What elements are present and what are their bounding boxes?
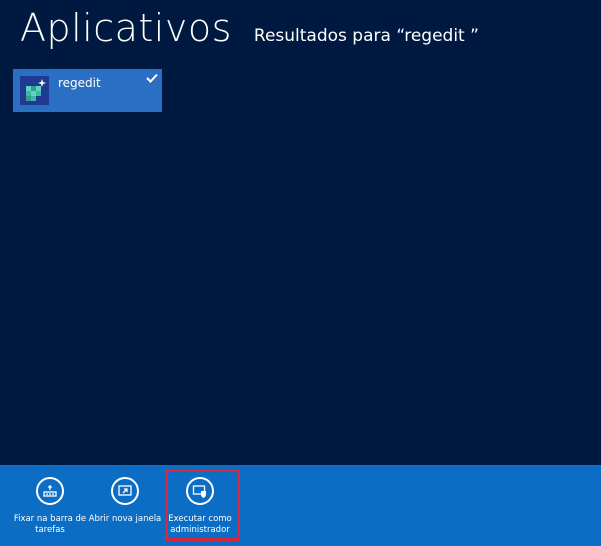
pin-taskbar-icon [36,477,64,505]
page-title: Aplicativos [20,6,232,50]
run-as-administrator-button[interactable]: Executar como administrador [163,465,237,546]
search-results-subtitle: Resultados para “regedit ” [253,26,479,46]
run-as-admin-icon [186,477,214,505]
app-result-tile-regedit[interactable]: regedit [13,69,162,112]
app-bar: Fixar na barra de tarefas Abrir nova jan… [0,465,601,546]
run-as-administrator-label: Executar como administrador [168,514,232,535]
app-result-label: regedit [58,76,101,90]
new-window-icon [111,477,139,505]
open-new-window-label: Abrir nova janela [88,514,162,524]
registry-editor-icon [20,76,49,105]
checkmark-icon [146,73,158,83]
open-new-window-button[interactable]: Abrir nova janela [88,465,162,546]
header: Aplicativos Resultados para “regedit ” [20,4,479,52]
pin-to-taskbar-button[interactable]: Fixar na barra de tarefas [13,465,87,546]
pin-to-taskbar-label: Fixar na barra de tarefas [13,514,87,535]
